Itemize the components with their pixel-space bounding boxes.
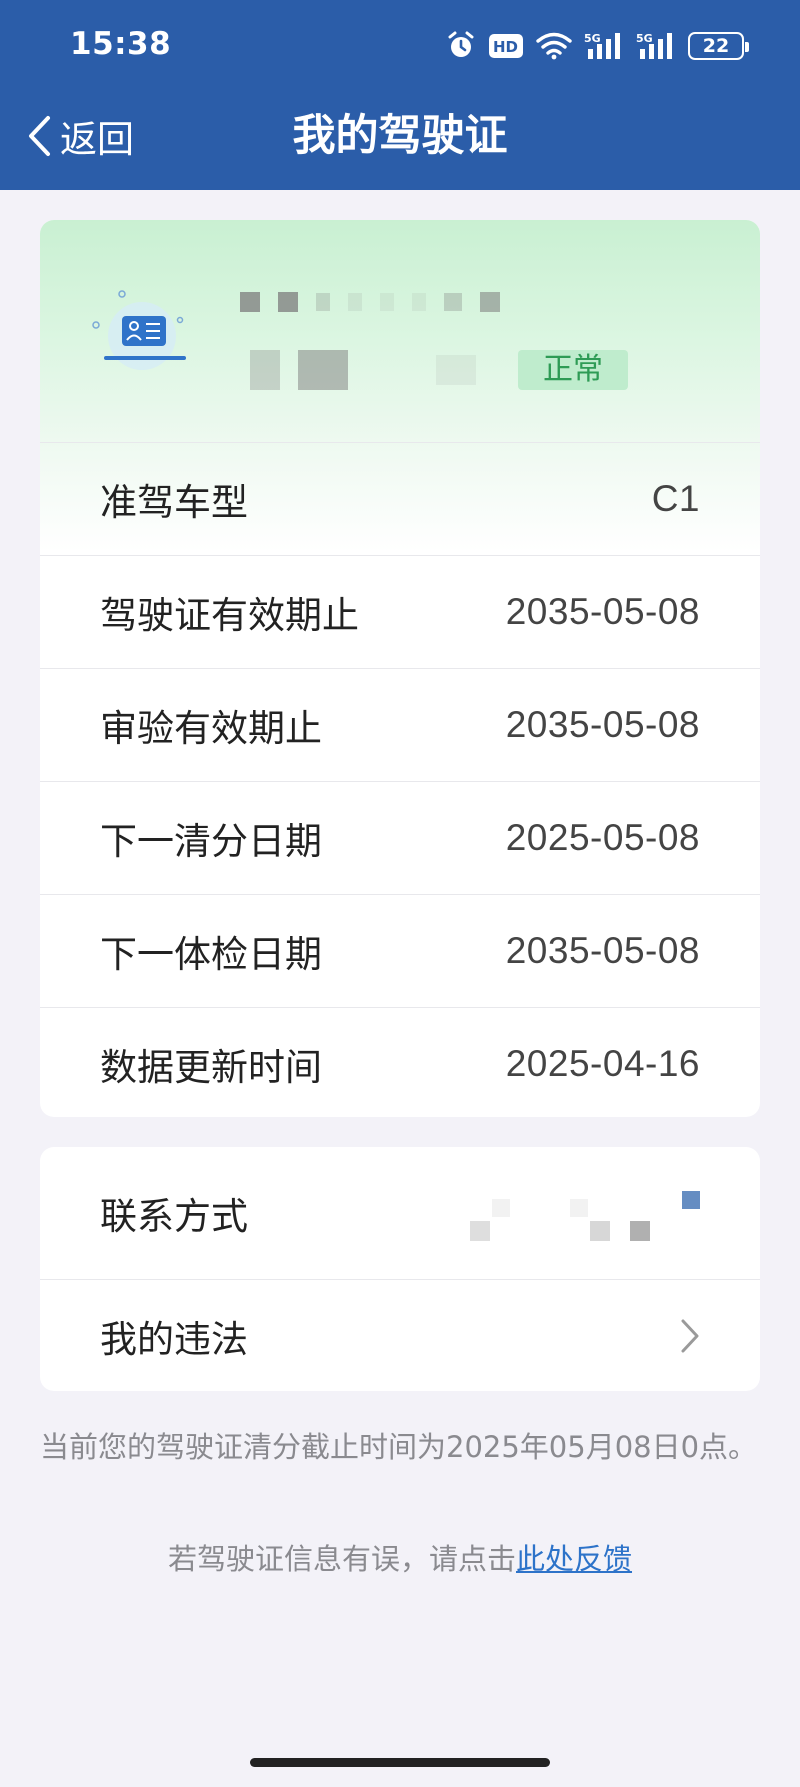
page-title: 我的驾驶证 [292,111,508,161]
row-label: 下一体检日期 [100,932,322,976]
row-label: 下一清分日期 [100,819,322,863]
status-icons: HD 5G 5G 22 [446,28,749,64]
row-next-medical-check: 下一体检日期 2035-05-08 [40,894,760,1006]
row-value: C1 [651,477,700,519]
feedback-text: 若驾驶证信息有误，请点击此处反馈 [0,1536,800,1578]
row-my-violations[interactable]: 我的违法 [40,1279,760,1391]
top-bar: 15:38 HD 5G 5G 22 返回 我的驾驶证 [0,0,800,190]
row-label: 数据更新时间 [100,1045,322,1089]
signal-5g-icon: 5G [636,32,672,59]
contact-card: 联系方式 我的违法 [40,1147,760,1391]
row-value: 2035-05-08 [505,590,700,632]
id-card-icon [92,290,186,370]
row-license-class: 准驾车型 C1 [40,442,760,554]
row-label: 准驾车型 [100,480,248,524]
row-label: 驾驶证有效期止 [100,593,359,637]
license-number-redacted [240,292,500,312]
signal-5g-icon: 5G [584,32,620,59]
battery-icon: 22 [688,32,749,60]
license-status-badge: 正常 [518,350,628,390]
battery-level: 22 [702,35,730,57]
row-value: 2025-05-08 [505,816,700,858]
feedback-link[interactable]: 此处反馈 [516,1542,632,1576]
chevron-right-icon [681,1319,699,1352]
row-value: 2035-05-08 [505,703,700,745]
alarm-icon [448,31,474,57]
row-data-updated: 数据更新时间 2025-04-16 [40,1007,760,1117]
svg-text:HD: HD [493,38,518,56]
row-value: 2025-04-16 [505,1042,700,1084]
license-card: 正常 准驾车型 C1 驾驶证有效期止 2035-05-08 审验有效期止 203… [40,220,760,1117]
license-hero: 正常 [40,220,760,442]
row-license-expiry: 驾驶证有效期止 2035-05-08 [40,555,760,667]
row-label: 审验有效期止 [100,706,322,750]
score-redacted [250,350,476,390]
row-value: 2035-05-08 [505,929,700,971]
svg-text:5G: 5G [584,32,601,45]
row-contact[interactable]: 联系方式 [40,1147,760,1279]
row-next-score-reset: 下一清分日期 2025-05-08 [40,781,760,893]
row-audit-expiry: 审验有效期止 2035-05-08 [40,668,760,780]
score-reset-note: 当前您的驾驶证清分截止时间为2025年05月08日0点。 [40,1430,758,1464]
contact-redacted [450,1173,700,1253]
home-indicator[interactable] [250,1758,550,1767]
status-time: 15:38 [70,26,172,62]
violations-label: 我的违法 [100,1317,248,1361]
contact-label: 联系方式 [100,1195,248,1238]
feedback-prefix: 若驾驶证信息有误，请点击 [167,1542,516,1576]
svg-text:5G: 5G [636,32,653,45]
hd-icon: HD [489,34,523,58]
wifi-icon [536,32,572,60]
